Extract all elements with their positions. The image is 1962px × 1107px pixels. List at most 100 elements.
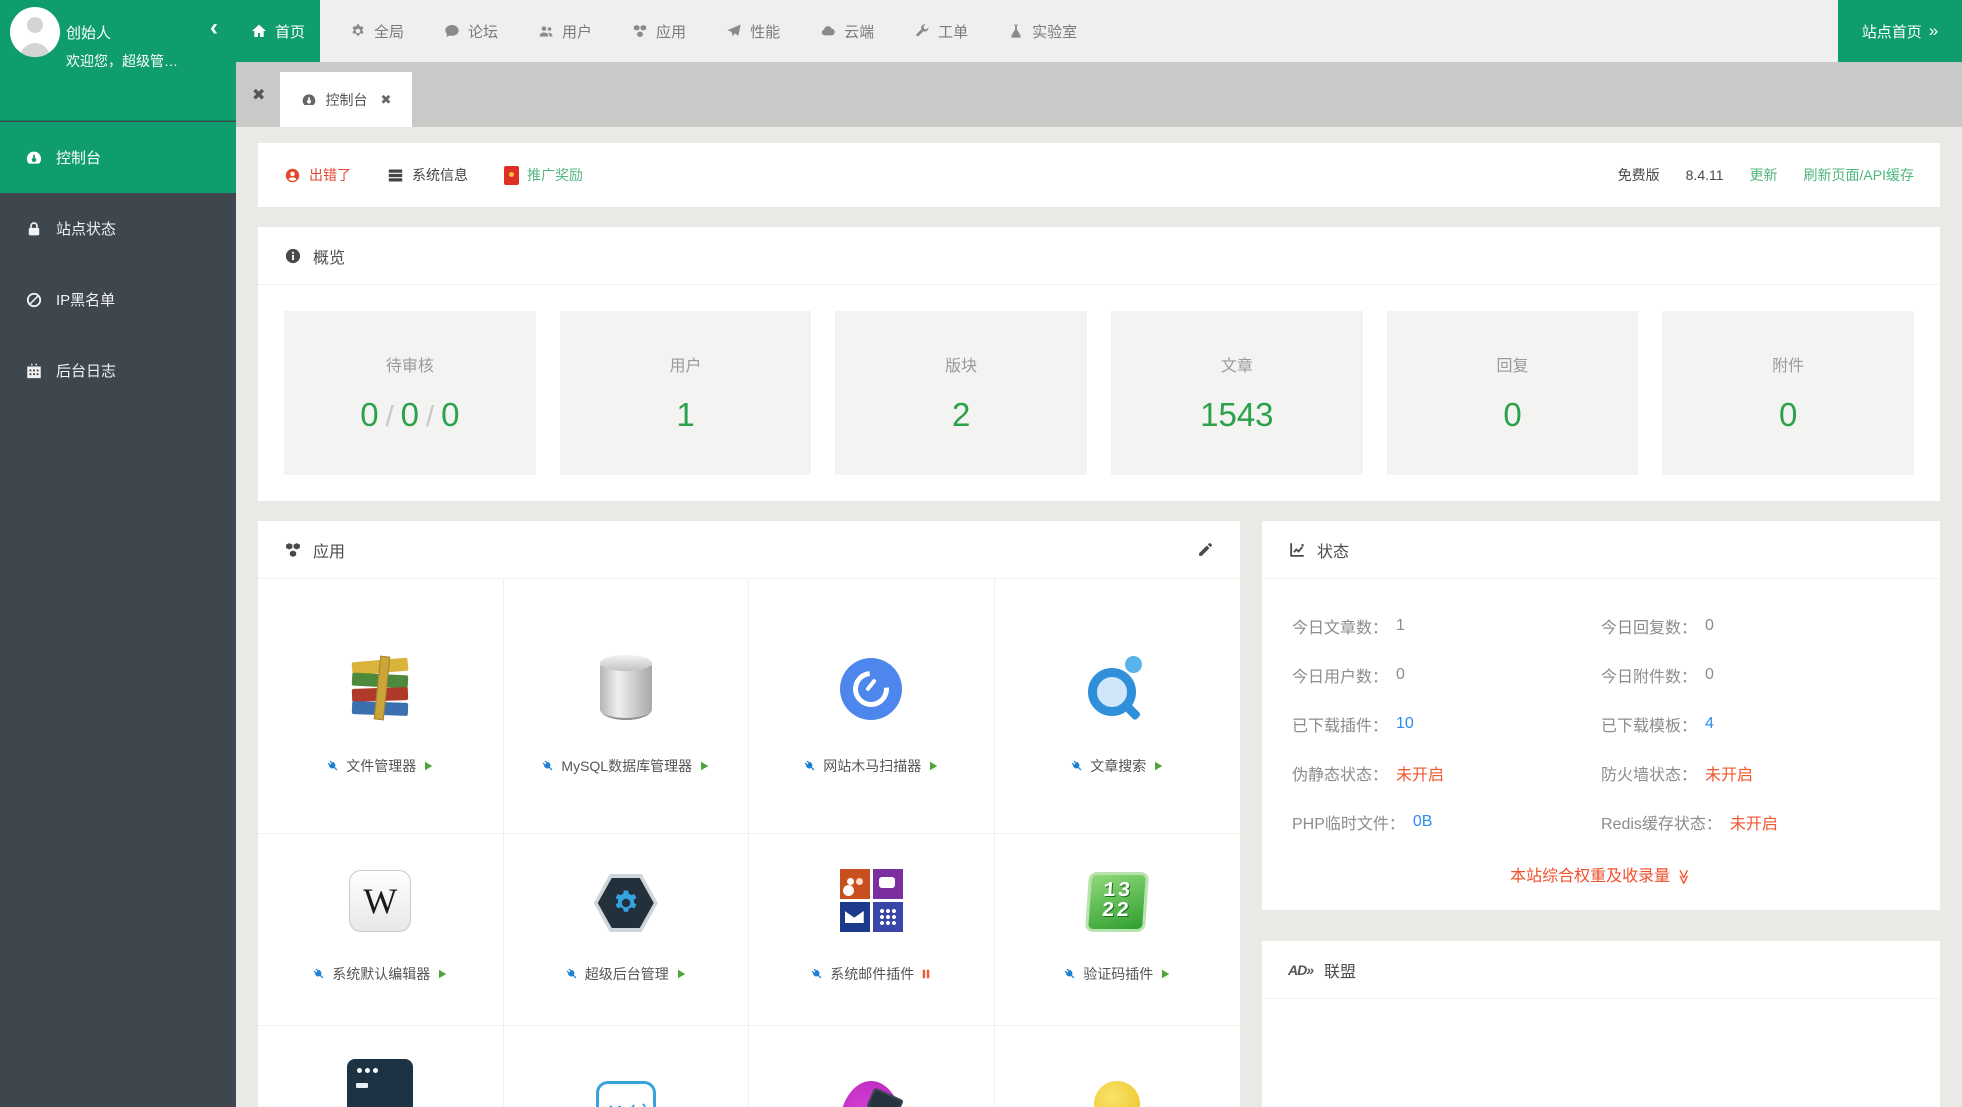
apps-panel: 应用 文件管理器 <box>258 521 1240 1107</box>
status-value-link[interactable]: 10 <box>1396 715 1414 733</box>
sidebar-item-console[interactable]: 控制台 <box>0 122 236 193</box>
plug-icon <box>1067 756 1087 776</box>
refresh-cache-link[interactable]: 刷新页面/API缓存 <box>1804 165 1914 185</box>
site-weight-link[interactable]: 本站综合权重及收录量≫ <box>1262 846 1940 910</box>
status-row: 今日文章数： 1 <box>1292 601 1601 650</box>
stat-users[interactable]: 用户 1 <box>560 311 812 475</box>
nav-item-lab[interactable]: 实验室 <box>1008 21 1077 42</box>
lock-icon <box>25 220 43 238</box>
stat-articles[interactable]: 文章 1543 <box>1111 311 1363 475</box>
nav-item-forum[interactable]: 论坛 <box>444 21 498 42</box>
app-mysql-manager[interactable]: MySQL数据库管理器 <box>504 579 750 834</box>
app-default-editor[interactable]: W 系统默认编辑器 <box>258 834 504 1026</box>
info-circle-icon <box>284 247 302 265</box>
status-value-link[interactable]: 0B <box>1413 813 1433 831</box>
pause-icon[interactable] <box>920 968 932 980</box>
flask-icon <box>1008 23 1024 39</box>
status-value: 1 <box>1396 617 1405 635</box>
app-system-mail[interactable]: 系统邮件插件 <box>749 834 995 1026</box>
play-icon[interactable] <box>1159 968 1171 980</box>
play-icon[interactable] <box>436 968 448 980</box>
captcha-icon: 1322 <box>1085 872 1149 932</box>
nav-item-cloud[interactable]: 云端 <box>820 21 874 42</box>
toolbar-item-label: 出错了 <box>309 165 351 185</box>
ban-icon <box>25 291 43 309</box>
sidebar-item-site-status[interactable]: 站点状态 <box>0 193 236 264</box>
status-value-link[interactable]: 未开启 <box>1705 761 1753 785</box>
play-icon[interactable] <box>1152 760 1164 772</box>
article-search-icon <box>1084 654 1150 720</box>
stat-value: 0 <box>441 396 459 433</box>
stat-value: 0 <box>1503 396 1521 434</box>
status-value-link[interactable]: 未开启 <box>1396 761 1444 785</box>
stat-replies[interactable]: 回复 0 <box>1387 311 1639 475</box>
stat-value: 1 <box>676 396 694 434</box>
ad-icon: AD» <box>1288 962 1313 978</box>
play-icon[interactable] <box>675 968 687 980</box>
nav-item-label: 用户 <box>562 21 592 42</box>
toolbar-item-promo[interactable]: 推广奖励 <box>504 165 583 185</box>
status-row: 伪静态状态： 未开启 <box>1292 748 1601 797</box>
update-link[interactable]: 更新 <box>1750 165 1778 185</box>
app-partial-3[interactable] <box>749 1026 995 1107</box>
nav-item-label: 性能 <box>750 21 780 42</box>
chart-line-icon <box>1288 541 1306 559</box>
toolbar-item-system-info[interactable]: 系统信息 <box>387 165 468 185</box>
stat-value: 1543 <box>1200 396 1273 434</box>
nav-item-global[interactable]: 全局 <box>350 21 404 42</box>
plug-icon <box>539 756 559 776</box>
play-icon[interactable] <box>422 760 434 772</box>
tab-console[interactable]: 控制台 ✖ <box>280 72 412 127</box>
app-name: 文章搜索 <box>1090 756 1146 776</box>
panel-title: 概览 <box>313 244 345 268</box>
stat-pending-review[interactable]: 待审核 0/0/0 <box>284 311 536 475</box>
plug-icon <box>1060 964 1080 984</box>
chevron-double-down-icon: ≫ <box>1675 869 1693 885</box>
stat-forums[interactable]: 版块 2 <box>835 311 1087 475</box>
status-row: 已下载插件： 10 <box>1292 699 1601 748</box>
stat-value: 2 <box>952 396 970 434</box>
app-partial-2[interactable]: 简↩ <box>504 1026 750 1107</box>
nav-item-users[interactable]: 用户 <box>538 21 592 42</box>
browser-window-icon <box>347 1059 413 1107</box>
sidebar-item-admin-log[interactable]: 后台日志 <box>0 335 236 406</box>
tab-bar: ✖ 控制台 ✖ <box>236 62 1962 127</box>
nav-item-home-active[interactable]: 首页 <box>236 0 320 62</box>
sidebar-item-ip-blacklist[interactable]: IP黑名单 <box>0 264 236 335</box>
app-partial-4[interactable] <box>995 1026 1241 1107</box>
app-file-manager[interactable]: 文件管理器 <box>258 579 504 834</box>
status-value-link[interactable]: 未开启 <box>1730 810 1778 834</box>
avatar[interactable] <box>10 7 60 57</box>
play-icon[interactable] <box>927 760 939 772</box>
app-article-search[interactable]: 文章搜索 <box>995 579 1241 834</box>
cloud-icon <box>820 23 836 39</box>
toolbar-item-error[interactable]: 出错了 <box>284 165 351 185</box>
plug-icon <box>807 964 827 984</box>
sidebar-collapse-icon[interactable]: ‹ <box>210 16 218 40</box>
edit-apps-button[interactable] <box>1197 541 1214 558</box>
app-name: 系统邮件插件 <box>830 964 914 984</box>
nav-item-ticket[interactable]: 工单 <box>914 21 968 42</box>
app-name: MySQL数据库管理器 <box>561 756 692 776</box>
topbar-nav: 首页 全局 论坛 用户 应用 性能 云端 工单 <box>236 0 1962 62</box>
stat-attachments[interactable]: 附件 0 <box>1662 311 1914 475</box>
app-super-admin[interactable]: 超级后台管理 <box>504 834 750 1026</box>
play-icon[interactable] <box>698 760 710 772</box>
nav-item-performance[interactable]: 性能 <box>726 21 780 42</box>
red-packet-icon <box>504 166 519 185</box>
app-captcha[interactable]: 1322 验证码插件 <box>995 834 1241 1026</box>
panel-title: 联盟 <box>1324 958 1356 982</box>
app-name: 网站木马扫描器 <box>823 756 921 776</box>
app-partial-1[interactable] <box>258 1026 504 1107</box>
status-value-link[interactable]: 4 <box>1705 715 1714 733</box>
close-all-tabs-icon[interactable]: ✖ <box>252 62 265 127</box>
tab-close-icon[interactable]: ✖ <box>381 92 392 108</box>
app-trojan-scanner[interactable]: 网站木马扫描器 <box>749 579 995 834</box>
comment-icon <box>444 23 460 39</box>
site-home-button[interactable]: 站点首页 » <box>1838 0 1962 62</box>
user-name: 创始人 <box>66 22 111 43</box>
nav-item-label: 云端 <box>844 21 874 42</box>
toolbar-item-label: 系统信息 <box>412 165 468 185</box>
nav-item-apps[interactable]: 应用 <box>632 21 686 42</box>
status-row: Redis缓存状态： 未开启 <box>1601 797 1910 846</box>
